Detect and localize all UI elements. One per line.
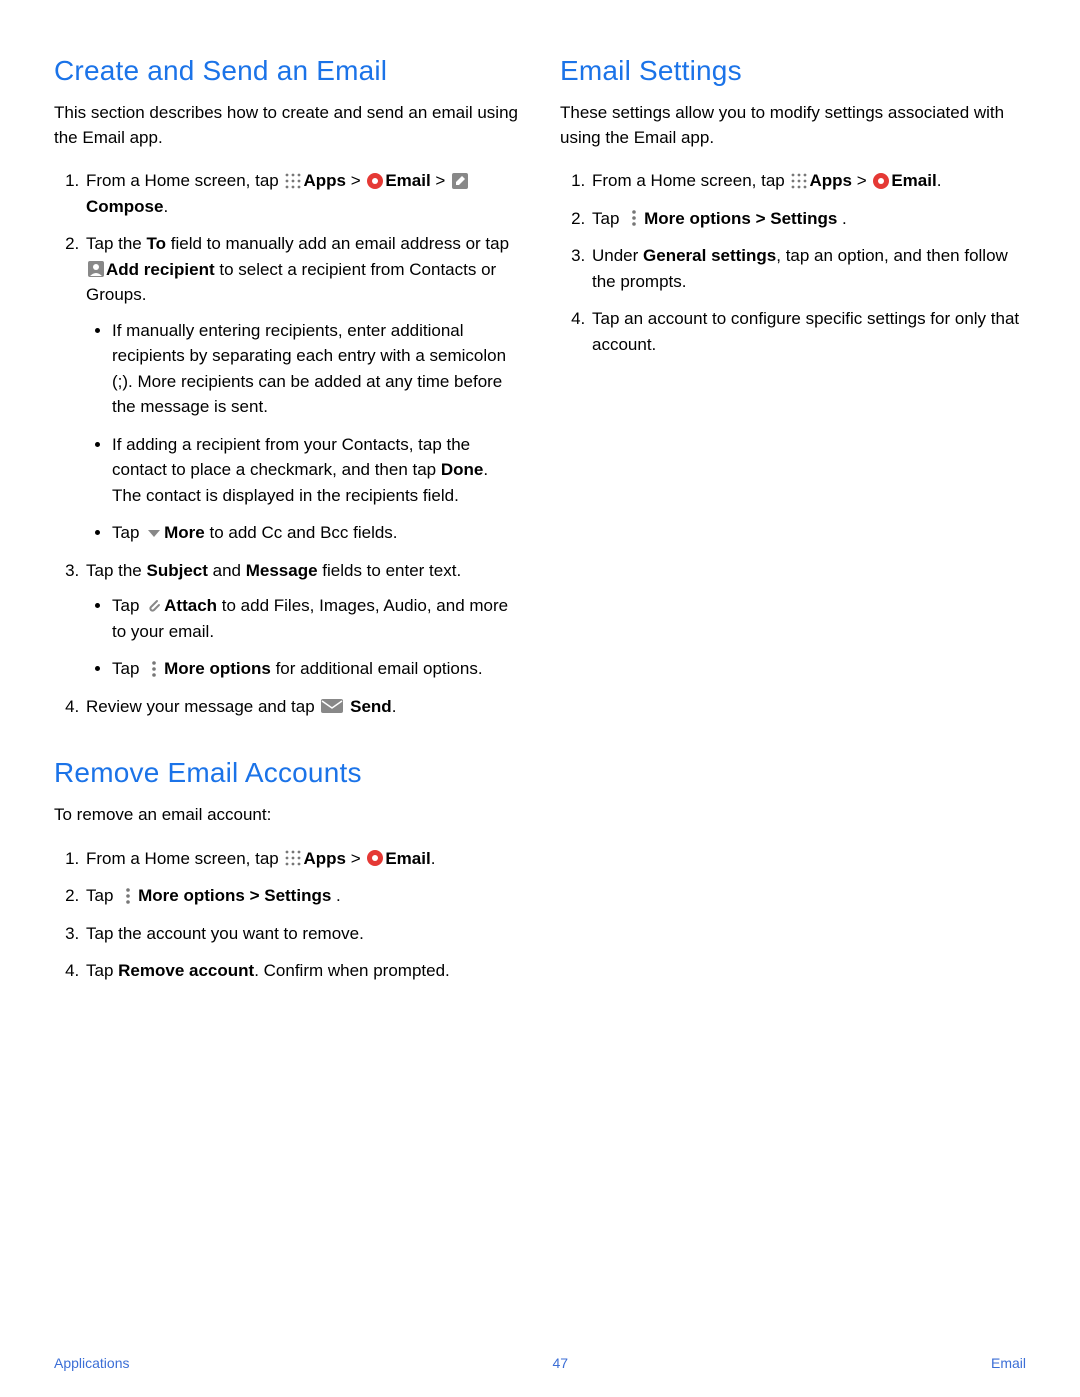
right-column: Email Settings These settings allow you … [560, 55, 1026, 996]
footer-topic: Email [991, 1355, 1026, 1371]
more-options-icon [145, 660, 163, 678]
apps-icon [284, 849, 302, 867]
step-2: Tap More options > Settings . [590, 206, 1026, 232]
apps-icon [284, 172, 302, 190]
more-options-icon [119, 887, 137, 905]
step-3: Under General settings, tap an option, a… [590, 243, 1026, 294]
heading-create-send: Create and Send an Email [54, 55, 520, 87]
left-column: Create and Send an Email This section de… [54, 55, 520, 996]
settings-steps: From a Home screen, tap Apps > Email. Ta… [560, 168, 1026, 357]
footer-section: Applications [54, 1355, 130, 1371]
step-2-bullets: If manually entering recipients, enter a… [86, 318, 520, 546]
compose-icon [451, 172, 469, 190]
bullet: If adding a recipient from your Contacts… [112, 432, 520, 509]
step-1: From a Home screen, tap Apps > Email > C… [84, 168, 520, 219]
email-icon [872, 172, 890, 190]
step-2: Tap the To field to manually add an emai… [84, 231, 520, 546]
intro-settings: These settings allow you to modify setti… [560, 101, 1026, 150]
email-icon [366, 849, 384, 867]
intro-remove: To remove an email account: [54, 803, 520, 828]
step-4: Tap an account to configure specific set… [590, 306, 1026, 357]
page-content: Create and Send an Email This section de… [0, 0, 1080, 996]
create-steps: From a Home screen, tap Apps > Email > C… [54, 168, 520, 719]
step-4: Review your message and tap Send. [84, 694, 520, 720]
send-icon [320, 697, 344, 715]
bullet: Tap More options for additional email op… [112, 656, 520, 682]
footer-page-number: 47 [552, 1355, 568, 1371]
step-3-bullets: Tap Attach to add Files, Images, Audio, … [86, 593, 520, 682]
attach-icon [145, 597, 163, 615]
step-1: From a Home screen, tap Apps > Email. [84, 846, 520, 872]
heading-remove: Remove Email Accounts [54, 757, 520, 789]
step-3: Tap the Subject and Message fields to en… [84, 558, 520, 682]
page-footer: Applications 47 Email [54, 1355, 1026, 1371]
remove-steps: From a Home screen, tap Apps > Email. Ta… [54, 846, 520, 984]
contact-icon [87, 260, 105, 278]
apps-icon [790, 172, 808, 190]
more-options-icon [625, 209, 643, 227]
chevron-down-icon [145, 524, 163, 542]
email-icon [366, 172, 384, 190]
heading-settings: Email Settings [560, 55, 1026, 87]
bullet: If manually entering recipients, enter a… [112, 318, 520, 420]
step-2: Tap More options > Settings . [84, 883, 520, 909]
step-1: From a Home screen, tap Apps > Email. [590, 168, 1026, 194]
step-4: Tap Remove account. Confirm when prompte… [84, 958, 520, 984]
bullet: Tap Attach to add Files, Images, Audio, … [112, 593, 520, 644]
step-3: Tap the account you want to remove. [84, 921, 520, 947]
intro-create: This section describes how to create and… [54, 101, 520, 150]
bullet: Tap More to add Cc and Bcc fields. [112, 520, 520, 546]
